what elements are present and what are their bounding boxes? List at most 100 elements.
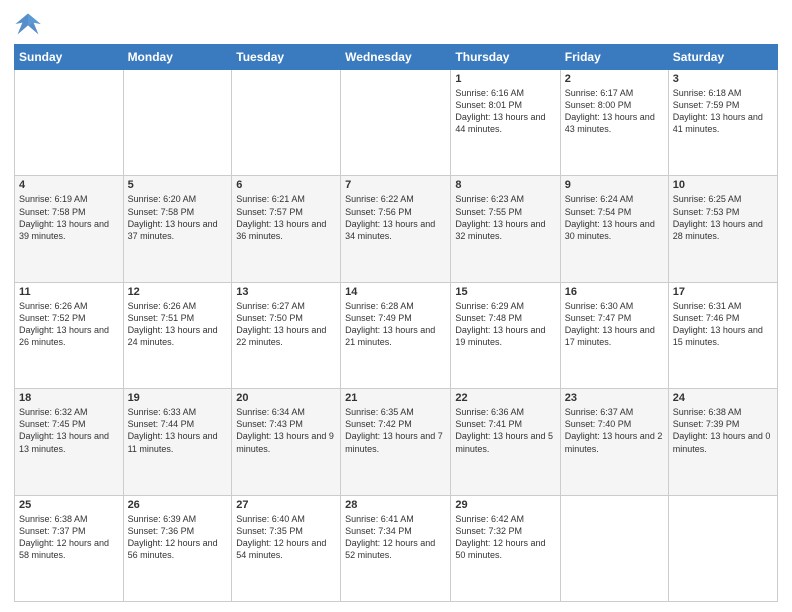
calendar-cell	[15, 70, 124, 176]
day-info: Sunrise: 6:39 AM Sunset: 7:36 PM Dayligh…	[128, 513, 228, 562]
week-row-4: 18Sunrise: 6:32 AM Sunset: 7:45 PM Dayli…	[15, 389, 778, 495]
day-info: Sunrise: 6:24 AM Sunset: 7:54 PM Dayligh…	[565, 193, 664, 242]
day-number: 15	[455, 286, 555, 298]
day-info: Sunrise: 6:18 AM Sunset: 7:59 PM Dayligh…	[673, 87, 773, 136]
calendar-cell: 29Sunrise: 6:42 AM Sunset: 7:32 PM Dayli…	[451, 495, 560, 601]
calendar-cell: 14 Sunrise: 6:28 AM Sunset: 7:49 PM Dayli…	[341, 282, 451, 388]
day-number: 7	[345, 179, 446, 191]
calendar-cell: 3 Sunrise: 6:18 AM Sunset: 7:59 PM Daylig…	[668, 70, 777, 176]
day-info: Sunrise: 6:26 AM Sunset: 7:52 PM Dayligh…	[19, 300, 119, 349]
day-info: Sunrise: 6:25 AM Sunset: 7:53 PM Dayligh…	[673, 193, 773, 242]
day-number: 23	[565, 392, 664, 404]
day-number: 28	[345, 499, 446, 511]
day-info: Sunrise: 6:38 AM Sunset: 7:37 PM Dayligh…	[19, 513, 119, 562]
day-number: 22	[455, 392, 555, 404]
calendar-cell: 24 Sunrise: 6:38 AM Sunset: 7:39 PM Dayli…	[668, 389, 777, 495]
day-info: Sunrise: 6:19 AM Sunset: 7:58 PM Dayligh…	[19, 193, 119, 242]
calendar-cell	[123, 70, 232, 176]
day-number: 8	[455, 179, 555, 191]
calendar-cell: 16Sunrise: 6:30 AM Sunset: 7:47 PM Dayli…	[560, 282, 668, 388]
day-number: 6	[236, 179, 336, 191]
day-number: 19	[128, 392, 228, 404]
calendar-table: SundayMondayTuesdayWednesdayThursdayFrid…	[14, 44, 778, 602]
calendar-cell: 2 Sunrise: 6:17 AM Sunset: 8:00 PM Daylig…	[560, 70, 668, 176]
calendar-cell: 20 Sunrise: 6:34 AM Sunset: 7:43 PM Dayli…	[232, 389, 341, 495]
day-info: Sunrise: 6:34 AM Sunset: 7:43 PM Dayligh…	[236, 406, 336, 455]
col-header-wednesday: Wednesday	[341, 45, 451, 70]
day-info: Sunrise: 6:26 AM Sunset: 7:51 PM Dayligh…	[128, 300, 228, 349]
calendar-cell	[668, 495, 777, 601]
day-number: 24	[673, 392, 773, 404]
day-number: 9	[565, 179, 664, 191]
col-header-monday: Monday	[123, 45, 232, 70]
day-number: 2	[565, 73, 664, 85]
calendar-cell: 12 Sunrise: 6:26 AM Sunset: 7:51 PM Dayli…	[123, 282, 232, 388]
calendar-cell: 19Sunrise: 6:33 AM Sunset: 7:44 PM Dayli…	[123, 389, 232, 495]
col-header-friday: Friday	[560, 45, 668, 70]
calendar-cell: 4 Sunrise: 6:19 AM Sunset: 7:58 PM Daylig…	[15, 176, 124, 282]
calendar-cell: 22 Sunrise: 6:36 AM Sunset: 7:41 PM Dayli…	[451, 389, 560, 495]
day-number: 1	[455, 73, 555, 85]
day-number: 27	[236, 499, 336, 511]
day-number: 3	[673, 73, 773, 85]
day-info: Sunrise: 6:40 AM Sunset: 7:35 PM Dayligh…	[236, 513, 336, 562]
calendar-cell: 21Sunrise: 6:35 AM Sunset: 7:42 PM Dayli…	[341, 389, 451, 495]
week-row-1: 1Sunrise: 6:16 AM Sunset: 8:01 PM Daylig…	[15, 70, 778, 176]
calendar-cell: 11 Sunrise: 6:26 AM Sunset: 7:52 PM Dayli…	[15, 282, 124, 388]
calendar-cell: 18Sunrise: 6:32 AM Sunset: 7:45 PM Dayli…	[15, 389, 124, 495]
calendar-cell: 15 Sunrise: 6:29 AM Sunset: 7:48 PM Dayli…	[451, 282, 560, 388]
day-number: 29	[455, 499, 555, 511]
calendar-cell	[560, 495, 668, 601]
col-header-saturday: Saturday	[668, 45, 777, 70]
day-info: Sunrise: 6:38 AM Sunset: 7:39 PM Dayligh…	[673, 406, 773, 455]
logo-bird-icon	[14, 10, 42, 38]
day-number: 5	[128, 179, 228, 191]
calendar-cell	[232, 70, 341, 176]
day-info: Sunrise: 6:28 AM Sunset: 7:49 PM Dayligh…	[345, 300, 446, 349]
calendar-cell: 28Sunrise: 6:41 AM Sunset: 7:34 PM Dayli…	[341, 495, 451, 601]
week-row-5: 25 Sunrise: 6:38 AM Sunset: 7:37 PM Dayli…	[15, 495, 778, 601]
calendar-cell: 25 Sunrise: 6:38 AM Sunset: 7:37 PM Dayli…	[15, 495, 124, 601]
day-info: Sunrise: 6:23 AM Sunset: 7:55 PM Dayligh…	[455, 193, 555, 242]
calendar-cell: 5 Sunrise: 6:20 AM Sunset: 7:58 PM Daylig…	[123, 176, 232, 282]
day-info: Sunrise: 6:27 AM Sunset: 7:50 PM Dayligh…	[236, 300, 336, 349]
day-number: 26	[128, 499, 228, 511]
page: SundayMondayTuesdayWednesdayThursdayFrid…	[0, 0, 792, 612]
calendar-cell: 17 Sunrise: 6:31 AM Sunset: 7:46 PM Dayli…	[668, 282, 777, 388]
day-number: 20	[236, 392, 336, 404]
calendar-cell: 10Sunrise: 6:25 AM Sunset: 7:53 PM Dayli…	[668, 176, 777, 282]
week-row-3: 11 Sunrise: 6:26 AM Sunset: 7:52 PM Dayli…	[15, 282, 778, 388]
calendar-cell: 13 Sunrise: 6:27 AM Sunset: 7:50 PM Dayli…	[232, 282, 341, 388]
day-number: 25	[19, 499, 119, 511]
day-number: 13	[236, 286, 336, 298]
day-info: Sunrise: 6:29 AM Sunset: 7:48 PM Dayligh…	[455, 300, 555, 349]
col-header-thursday: Thursday	[451, 45, 560, 70]
col-header-tuesday: Tuesday	[232, 45, 341, 70]
calendar-cell	[341, 70, 451, 176]
day-info: Sunrise: 6:21 AM Sunset: 7:57 PM Dayligh…	[236, 193, 336, 242]
calendar-cell: 23 Sunrise: 6:37 AM Sunset: 7:40 PM Dayli…	[560, 389, 668, 495]
day-number: 4	[19, 179, 119, 191]
logo	[14, 10, 46, 38]
day-info: Sunrise: 6:31 AM Sunset: 7:46 PM Dayligh…	[673, 300, 773, 349]
week-row-2: 4 Sunrise: 6:19 AM Sunset: 7:58 PM Daylig…	[15, 176, 778, 282]
day-number: 16	[565, 286, 664, 298]
day-info: Sunrise: 6:37 AM Sunset: 7:40 PM Dayligh…	[565, 406, 664, 455]
day-info: Sunrise: 6:35 AM Sunset: 7:42 PM Dayligh…	[345, 406, 446, 455]
day-number: 17	[673, 286, 773, 298]
calendar-cell: 7 Sunrise: 6:22 AM Sunset: 7:56 PM Daylig…	[341, 176, 451, 282]
day-info: Sunrise: 6:36 AM Sunset: 7:41 PM Dayligh…	[455, 406, 555, 455]
calendar-cell: 27 Sunrise: 6:40 AM Sunset: 7:35 PM Dayli…	[232, 495, 341, 601]
calendar-cell: 1Sunrise: 6:16 AM Sunset: 8:01 PM Daylig…	[451, 70, 560, 176]
day-info: Sunrise: 6:32 AM Sunset: 7:45 PM Dayligh…	[19, 406, 119, 455]
header	[14, 10, 778, 38]
calendar-cell: 6 Sunrise: 6:21 AM Sunset: 7:57 PM Daylig…	[232, 176, 341, 282]
day-info: Sunrise: 6:20 AM Sunset: 7:58 PM Dayligh…	[128, 193, 228, 242]
col-header-sunday: Sunday	[15, 45, 124, 70]
day-number: 11	[19, 286, 119, 298]
day-info: Sunrise: 6:17 AM Sunset: 8:00 PM Dayligh…	[565, 87, 664, 136]
day-info: Sunrise: 6:22 AM Sunset: 7:56 PM Dayligh…	[345, 193, 446, 242]
day-number: 14	[345, 286, 446, 298]
day-number: 12	[128, 286, 228, 298]
calendar-cell: 26 Sunrise: 6:39 AM Sunset: 7:36 PM Dayli…	[123, 495, 232, 601]
